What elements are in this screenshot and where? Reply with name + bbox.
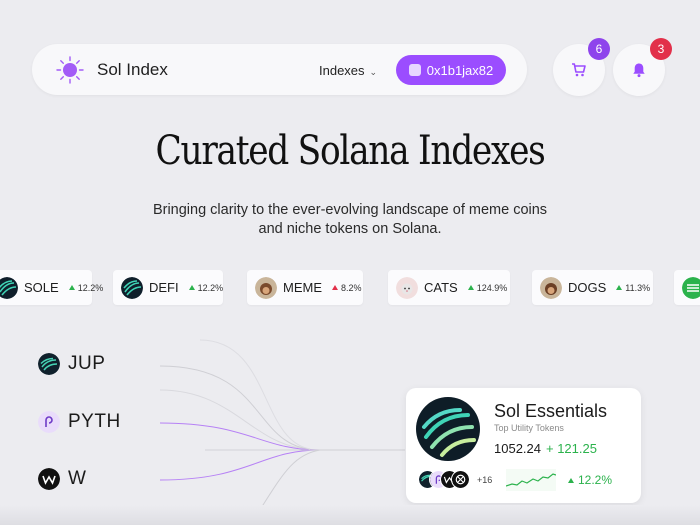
sparkline-chart: [506, 469, 556, 491]
sun-logo-icon[interactable]: [56, 56, 84, 84]
green-stripes-icon: [682, 276, 700, 299]
indexes-dropdown[interactable]: Indexes ⌄: [319, 63, 377, 78]
ticker-chip-partial[interactable]: [674, 270, 700, 305]
ticker-symbol: DEFI: [149, 280, 179, 295]
index-change-percent: 12.2%: [568, 473, 612, 487]
ticker-change: 12.2%: [188, 282, 224, 293]
ticker-change-value: 8.2%: [341, 282, 362, 293]
index-change-value: 12.2%: [578, 473, 613, 487]
monkey-avatar-icon: [540, 276, 562, 299]
ticker-chip-sole[interactable]: SOLE 12.2%: [0, 270, 103, 305]
wormhole-icon: [38, 468, 60, 490]
stripes-icon: [0, 276, 18, 299]
ticker-chip-dogs[interactable]: DOGS 11.3%: [532, 270, 653, 305]
arrow-up-icon: [68, 285, 75, 290]
cart-icon: [572, 63, 586, 77]
stripes-icon: [121, 276, 143, 299]
wallet-button[interactable]: 0x1b1jax82: [396, 55, 506, 85]
arrow-up-icon: [467, 285, 474, 290]
arrow-icon: [332, 285, 338, 290]
index-delta: + 121.25: [546, 441, 597, 456]
bottom-shadow: [0, 505, 700, 525]
token-row-w[interactable]: W: [38, 468, 86, 490]
ticker-change: 124.9%: [467, 282, 508, 293]
ticker-change-value: 12.2%: [197, 282, 224, 293]
index-value: 1052.24: [494, 441, 541, 456]
jupiter-icon: [38, 353, 60, 375]
arrow-up-icon: [616, 285, 623, 290]
wallet-icon: [408, 64, 421, 76]
pyth-icon: [38, 411, 60, 433]
cart-count-badge: 6: [588, 38, 610, 60]
chevron-down-icon: ⌄: [369, 67, 378, 77]
brand-name[interactable]: Sol Index: [97, 60, 168, 80]
token-symbol: PYTH: [68, 411, 121, 432]
notification-count-badge: 3: [650, 38, 672, 60]
ticker-change: 8.2%: [332, 283, 362, 293]
ticker-change: 11.3%: [616, 283, 650, 293]
ticker-symbol: SOLE: [24, 280, 59, 295]
ticker-change-value: 12.2%: [77, 282, 104, 293]
ticker-change: 12.2%: [68, 282, 104, 293]
indexes-label: Indexes: [319, 63, 365, 78]
bell-icon: [633, 63, 645, 78]
token-symbol: W: [68, 468, 87, 489]
ticker-symbol: MEME: [283, 280, 322, 295]
cat-avatar-icon: [396, 276, 418, 299]
ticker-change-value: 11.3%: [625, 282, 651, 293]
monkey-avatar-icon: [255, 276, 277, 299]
token-row-pyth[interactable]: PYTH: [38, 411, 121, 433]
ticker-chip-meme[interactable]: MEME 8.2%: [247, 270, 363, 305]
index-category: Top Utility Tokens: [494, 423, 564, 433]
arrow-up-icon: [188, 285, 195, 290]
page-subtitle: Bringing clarity to the ever-evolving la…: [152, 202, 548, 237]
ticker-chip-cats[interactable]: CATS 124.9%: [388, 270, 510, 305]
token-symbol: JUP: [68, 353, 106, 374]
token-icon: [451, 470, 470, 489]
page-title: Curated Solana Indexes: [155, 128, 545, 174]
wallet-address: 0x1b1jax82: [426, 62, 494, 78]
ticker-symbol: DOGS: [568, 280, 607, 295]
token-row-jup[interactable]: JUP: [38, 353, 105, 375]
more-constituents-count: +16: [477, 475, 493, 485]
sol-essentials-logo-icon: [416, 397, 480, 461]
arrow-up-icon: [568, 477, 574, 483]
ticker-symbol: CATS: [424, 280, 458, 295]
ticker-change-value: 124.9%: [476, 282, 508, 293]
index-name: Sol Essentials: [494, 401, 608, 421]
ticker-chip-defi[interactable]: DEFI 12.2%: [113, 270, 223, 305]
